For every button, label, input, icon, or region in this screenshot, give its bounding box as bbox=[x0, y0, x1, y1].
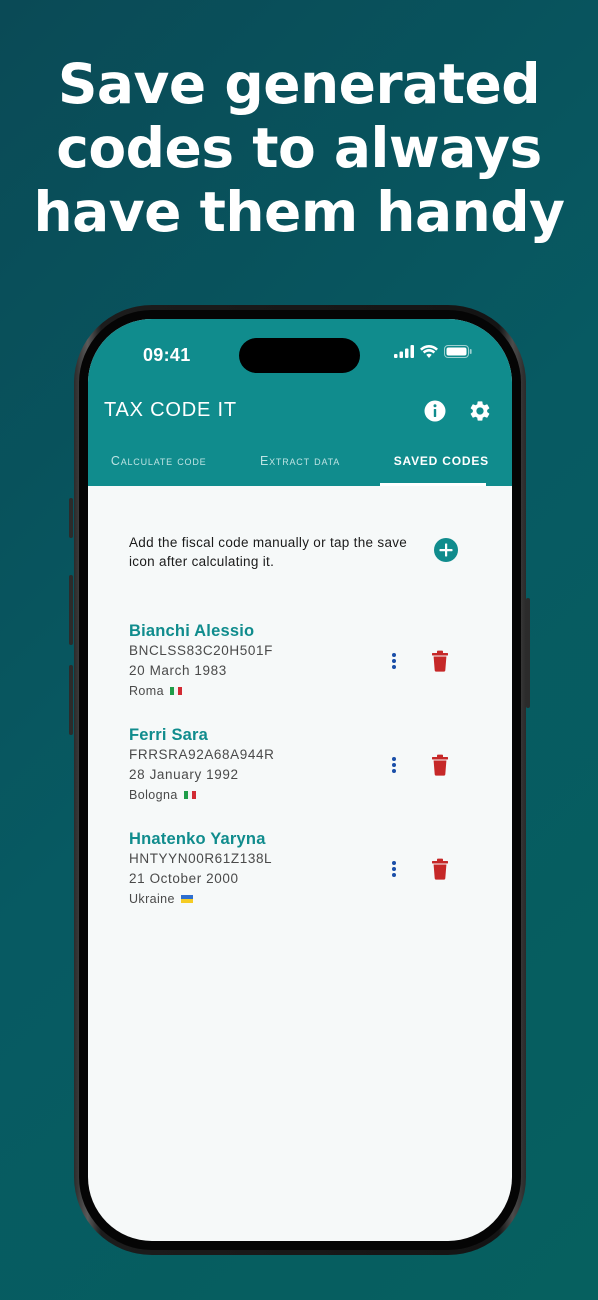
volume-up-button bbox=[69, 575, 73, 645]
delete-icon[interactable] bbox=[431, 650, 449, 672]
entry-birth-date: 21 October 2000 bbox=[129, 871, 239, 886]
entry-birth-place: Bologna bbox=[129, 785, 469, 805]
italy-flag-icon bbox=[169, 687, 182, 695]
entry-fiscal-code: BNCLSS83C20H501F bbox=[129, 643, 273, 658]
headline-line-3: have them handy bbox=[33, 180, 565, 244]
phone-frame: 09:41 TAX CODE IT Calculate code Extract… bbox=[74, 305, 526, 1255]
volume-down-button bbox=[69, 665, 73, 735]
more-options-icon[interactable] bbox=[389, 859, 399, 879]
delete-icon[interactable] bbox=[431, 858, 449, 880]
saved-code-item[interactable]: Bianchi Alessio BNCLSS83C20H501F 20 Marc… bbox=[129, 621, 469, 711]
tab-bar: Calculate code Extract data Saved codes bbox=[88, 449, 512, 486]
entry-birth-place: Ukraine bbox=[129, 889, 469, 909]
saved-code-item[interactable]: Ferri Sara FRRSRA92A68A944R 28 January 1… bbox=[129, 725, 469, 815]
action-button bbox=[69, 498, 73, 538]
status-time: 09:41 bbox=[143, 345, 191, 365]
entry-birth-date: 20 March 1983 bbox=[129, 663, 227, 678]
entry-birth-date: 28 January 1992 bbox=[129, 767, 239, 782]
add-circle-icon[interactable] bbox=[433, 537, 459, 563]
dynamic-island bbox=[239, 338, 360, 373]
gear-icon[interactable] bbox=[468, 399, 492, 423]
tab-extract-data[interactable]: Extract data bbox=[229, 449, 370, 486]
phone-screen: 09:41 TAX CODE IT Calculate code Extract… bbox=[88, 319, 512, 1241]
entry-birth-place: Roma bbox=[129, 681, 469, 701]
entry-name: Hnatenko Yaryna bbox=[129, 830, 266, 848]
saved-code-item[interactable]: Hnatenko Yaryna HNTYYN00R61Z138L 21 Octo… bbox=[129, 829, 469, 919]
wifi-icon bbox=[420, 345, 438, 358]
entry-fiscal-code: HNTYYN00R61Z138L bbox=[129, 851, 273, 866]
tab-saved-codes[interactable]: Saved codes bbox=[371, 449, 512, 486]
tab-calculate-code[interactable]: Calculate code bbox=[88, 449, 229, 486]
headline-line-1: Save generated bbox=[57, 52, 541, 116]
status-icons bbox=[394, 345, 472, 358]
entry-fiscal-code: FRRSRA92A68A944R bbox=[129, 747, 275, 762]
marketing-headline: Save generated codes to always have them… bbox=[0, 52, 598, 244]
italy-flag-icon bbox=[183, 791, 196, 799]
power-button bbox=[526, 598, 530, 708]
ukraine-flag-icon bbox=[180, 895, 193, 903]
info-icon[interactable] bbox=[423, 399, 447, 423]
more-options-icon[interactable] bbox=[389, 651, 399, 671]
headline-line-2: codes to always bbox=[56, 116, 542, 180]
app-title: TAX CODE IT bbox=[104, 399, 237, 421]
entry-place-label: Roma bbox=[129, 684, 164, 698]
signal-icon bbox=[394, 345, 414, 358]
app-header: 09:41 TAX CODE IT Calculate code Extract… bbox=[88, 319, 512, 486]
entry-place-label: Bologna bbox=[129, 788, 178, 802]
battery-icon bbox=[444, 345, 472, 358]
delete-icon[interactable] bbox=[431, 754, 449, 776]
entry-place-label: Ukraine bbox=[129, 892, 175, 906]
intro-text: Add the fiscal code manually or tap the … bbox=[129, 535, 408, 569]
more-options-icon[interactable] bbox=[389, 755, 399, 775]
entry-name: Ferri Sara bbox=[129, 726, 209, 744]
entry-name: Bianchi Alessio bbox=[129, 622, 255, 640]
